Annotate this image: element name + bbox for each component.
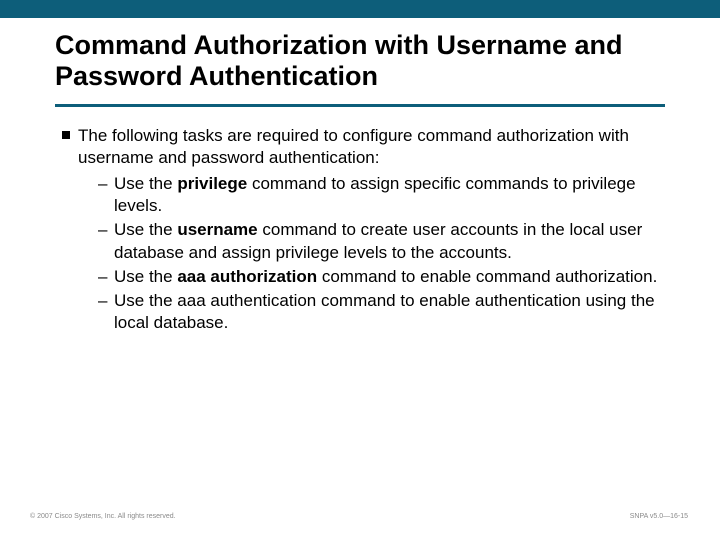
dash-icon: – bbox=[98, 173, 107, 195]
title-underline bbox=[55, 104, 665, 107]
lead-paragraph: The following tasks are required to conf… bbox=[78, 125, 658, 169]
header-band bbox=[0, 0, 720, 18]
item-post: command to enable command authorization. bbox=[317, 267, 657, 286]
item-pre: Use the bbox=[114, 267, 177, 286]
page-title: Command Authorization with Username and … bbox=[55, 30, 655, 92]
item-bold: aaa authorization bbox=[177, 267, 317, 286]
list-item: – Use the privilege command to assign sp… bbox=[78, 173, 658, 217]
item-pre: Use the bbox=[114, 174, 177, 193]
square-bullet-icon bbox=[62, 131, 70, 139]
item-bold: username bbox=[177, 220, 257, 239]
sub-list: – Use the privilege command to assign sp… bbox=[78, 173, 658, 334]
dash-icon: – bbox=[98, 266, 107, 288]
list-item: – Use the aaa authorization command to e… bbox=[78, 266, 658, 288]
lead-text: The following tasks are required to conf… bbox=[78, 126, 629, 167]
slide-number: SNPA v5.0—16-15 bbox=[630, 513, 688, 520]
dash-icon: – bbox=[98, 219, 107, 241]
item-bold: privilege bbox=[177, 174, 247, 193]
copyright: © 2007 Cisco Systems, Inc. All rights re… bbox=[30, 513, 176, 520]
list-item: – Use the username command to create use… bbox=[78, 219, 658, 263]
content-block: The following tasks are required to conf… bbox=[78, 125, 658, 334]
dash-icon: – bbox=[98, 290, 107, 312]
item-pre: Use the aaa authentication command to en… bbox=[114, 291, 655, 332]
item-pre: Use the bbox=[114, 220, 177, 239]
list-item: – Use the aaa authentication command to … bbox=[78, 290, 658, 334]
